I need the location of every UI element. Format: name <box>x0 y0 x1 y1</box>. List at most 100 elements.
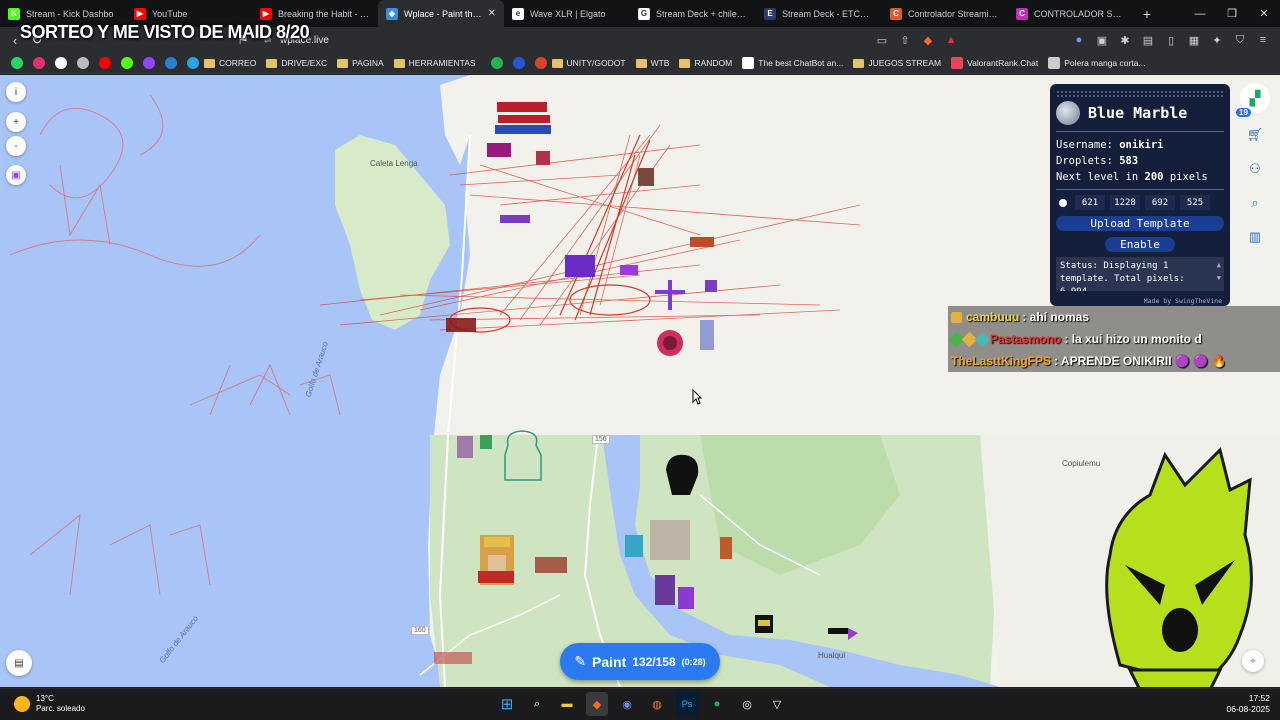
blue-site-icon[interactable] <box>512 57 525 69</box>
avatar[interactable]: ▞ 19 <box>1236 83 1270 117</box>
bookmark-folder[interactable]: RANDOM <box>679 58 732 68</box>
discord-icon[interactable]: ◉ <box>616 692 638 716</box>
paypal-icon[interactable] <box>165 57 177 69</box>
system-clock[interactable]: 17:52 06-08-2025 <box>1227 693 1270 715</box>
share-icon[interactable]: ⇧ <box>896 30 914 50</box>
x-icon[interactable] <box>55 57 67 69</box>
tab-6[interactable]: E Stream Deck - ETCHILE <box>756 0 882 27</box>
kick-icon[interactable] <box>121 57 133 69</box>
tab-3[interactable]: ◆ Wplace - Paint the wo ✕ <box>378 0 504 27</box>
twitch-button[interactable]: ▣ <box>6 165 26 185</box>
tab-5[interactable]: G Stream Deck + chile - Busc <box>630 0 756 27</box>
youtube-icon: ▶ <box>260 7 272 20</box>
search-icon[interactable]: ⌕ <box>526 692 548 716</box>
pin-coords-icon[interactable] <box>1056 195 1070 210</box>
chat-username: TheLasttKingFPS <box>951 354 1052 368</box>
search-icon[interactable]: ⌕ <box>1243 191 1267 215</box>
folder-icon <box>204 58 215 68</box>
zoom-in-button[interactable]: + <box>6 112 26 132</box>
menu-icon[interactable]: ≡ <box>1254 30 1272 50</box>
username-value: onikiri <box>1119 139 1164 151</box>
valorant-icon[interactable]: ▽ <box>766 692 788 716</box>
extension-icon-1[interactable]: ● <box>1070 30 1088 50</box>
address-bar[interactable]: ⇌ wplace.live <box>260 30 980 50</box>
status-scrollbar[interactable]: ▲ ▼ <box>1217 259 1221 285</box>
bookmark-link[interactable]: Polera manga corta... <box>1048 57 1146 69</box>
tab-label: Stream Deck + chile - Busc <box>656 8 748 19</box>
windows-start-icon[interactable]: ⊞ <box>496 692 518 716</box>
photoshop-icon[interactable]: Ps <box>676 692 698 716</box>
youtube-icon[interactable] <box>99 57 111 69</box>
bookmark-folder[interactable]: UNITY/GODOT <box>551 58 626 68</box>
stream-overlay-title: SORTEO Y ME VISTO DE MAID 8/20 <box>20 22 310 42</box>
bookmark-folder[interactable]: JUEGOS STREAM <box>853 58 941 68</box>
apple-icon[interactable] <box>77 57 89 69</box>
bookmark-folder[interactable]: HERRAMIENTAS <box>393 58 476 68</box>
tab-8[interactable]: C CONTROLADOR STREAMI <box>1008 0 1134 27</box>
tab-label: Stream - Kick Dashbo <box>26 8 114 19</box>
green-site-icon[interactable] <box>490 57 503 69</box>
extensions-puzzle-icon[interactable]: ✱ <box>1116 30 1134 50</box>
weather-widget[interactable]: 13°C Parc. soleado <box>14 694 85 714</box>
brave-rewards-icon[interactable]: ▲ <box>942 30 960 50</box>
minimize-button[interactable]: — <box>1184 0 1216 27</box>
tab-7[interactable]: C Controlador Streaming Elg <box>882 0 1008 27</box>
twitch-icon[interactable] <box>143 57 155 69</box>
wallet-icon[interactable]: ▦ <box>1185 30 1203 50</box>
brave-browser-icon[interactable]: ◆ <box>586 692 608 716</box>
alliance-icon[interactable]: ⚇ <box>1243 157 1267 181</box>
maximize-button[interactable]: ❐ <box>1216 0 1248 27</box>
mascot-avatar <box>1105 447 1253 687</box>
leaderboard-icon[interactable]: ▥ <box>1243 225 1267 249</box>
vpn-icon[interactable]: ⛉ <box>1231 30 1249 50</box>
bookmark-folder[interactable]: PAGINA <box>337 58 384 68</box>
instagram-icon[interactable] <box>33 57 45 69</box>
bookmark-folder[interactable]: WTB <box>635 58 669 68</box>
tab-label: Controlador Streaming Elg <box>908 8 1000 19</box>
paint-button[interactable]: ✎ Paint 132/158 (0:28) <box>560 643 720 680</box>
google-icon: G <box>638 7 650 20</box>
store-icon[interactable]: 🛒︎ <box>1243 123 1267 147</box>
red-site-icon[interactable] <box>534 57 547 69</box>
folder-icon <box>635 58 647 68</box>
bookmark-link[interactable]: ValorantRank.Chat <box>951 57 1038 69</box>
bookmark-folder[interactable]: CORREO <box>204 58 256 68</box>
extension-icon-2[interactable]: ▣ <box>1093 30 1111 50</box>
bookmark-folder[interactable]: DRIVE/EXC <box>266 58 327 68</box>
map-canvas[interactable]: Caleta Lenga Golfo de Arauco Golfo de Ar… <box>0 75 1280 687</box>
coord-tile-y[interactable]: 1228 <box>1110 195 1140 210</box>
blue-marble-globe-icon <box>1056 101 1080 125</box>
bookmark-link[interactable]: The best ChatBot an... <box>742 57 843 69</box>
telegram-icon[interactable] <box>187 57 199 69</box>
sidebar-toggle-icon[interactable]: ▯ <box>1162 30 1180 50</box>
zoom-in-icon: + <box>13 116 19 128</box>
new-tab-button[interactable]: + <box>1134 6 1160 22</box>
brave-shield-icon[interactable]: ◆ <box>919 30 937 50</box>
coord-tile-x[interactable]: 621 <box>1075 195 1105 210</box>
leo-ai-icon[interactable]: ✦ <box>1208 30 1226 50</box>
map-layers-button[interactable]: ▤ <box>6 650 32 676</box>
info-icon: i <box>14 86 18 98</box>
bookmark-label: CORREO <box>219 58 257 68</box>
store-icon: C <box>1016 7 1028 20</box>
extension-icon-3[interactable]: ▤ <box>1139 30 1157 50</box>
info-button[interactable]: i <box>6 82 26 102</box>
panel-drag-handle[interactable] <box>1056 90 1224 97</box>
blue-marble-title: Blue Marble <box>1088 104 1188 122</box>
blender-icon[interactable]: ◍ <box>646 692 668 716</box>
cast-icon[interactable]: ▭ <box>873 30 891 50</box>
upload-template-button[interactable]: Upload Template <box>1056 216 1224 231</box>
coord-pixel-y[interactable]: 525 <box>1180 195 1210 210</box>
obs-icon[interactable]: ◎ <box>736 692 758 716</box>
chatbot-icon <box>742 57 755 69</box>
enable-button[interactable]: Enable <box>1105 237 1175 252</box>
zoom-out-button[interactable]: - <box>6 136 26 156</box>
file-explorer-icon[interactable]: ▬ <box>556 692 578 716</box>
coord-pixel-x[interactable]: 692 <box>1145 195 1175 210</box>
spotify-icon[interactable]: ● <box>706 692 728 716</box>
tab-4[interactable]: e Wave XLR | Elgato <box>504 0 630 27</box>
close-window-button[interactable]: ✕ <box>1248 0 1280 27</box>
close-tab-icon[interactable]: ✕ <box>488 8 496 19</box>
folder-icon <box>679 58 691 68</box>
whatsapp-icon[interactable] <box>11 57 23 69</box>
